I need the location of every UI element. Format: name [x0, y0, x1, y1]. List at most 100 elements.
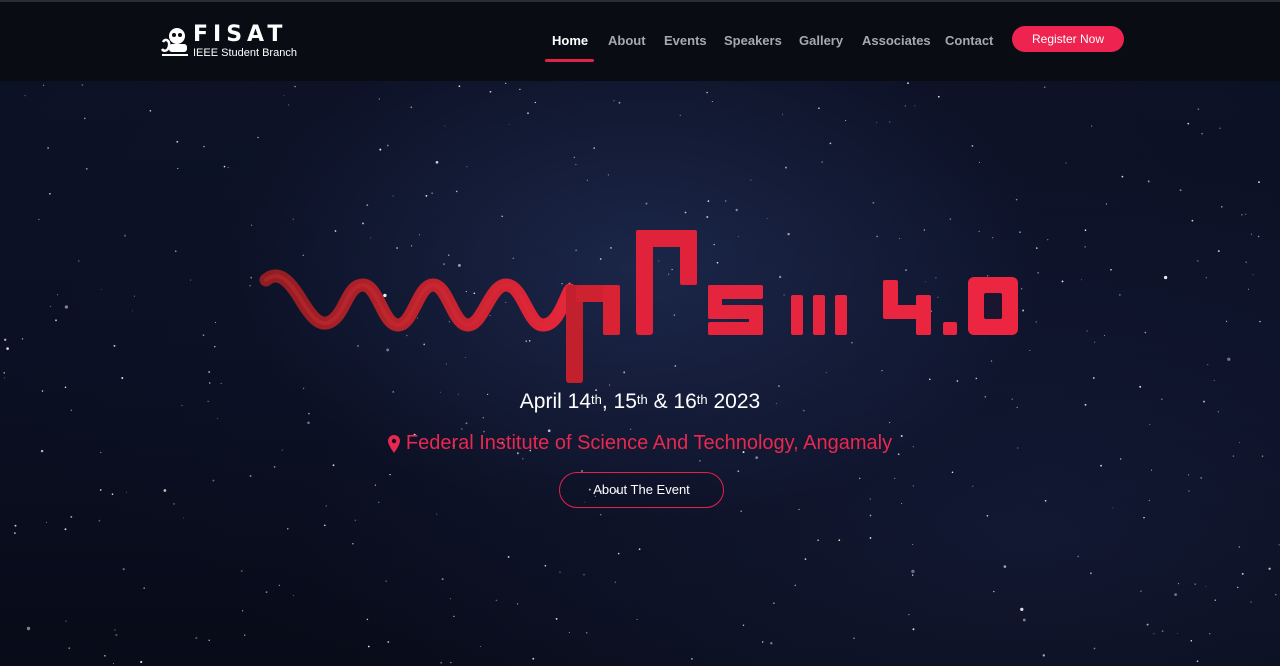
date-year: 2023 [713, 390, 761, 413]
nav-contact[interactable]: Contact [945, 33, 993, 48]
star [26, 626, 31, 631]
star [352, 543, 354, 545]
nav-about[interactable]: About [608, 33, 646, 48]
star [829, 142, 832, 145]
star [1179, 189, 1182, 192]
ieee-robot-logo-icon [160, 28, 188, 56]
star [265, 591, 268, 593]
star [113, 344, 116, 347]
star [1191, 219, 1194, 222]
date-day-3: 16 [673, 390, 697, 413]
star [176, 140, 179, 143]
nav-associates[interactable]: Associates [862, 33, 931, 48]
star [755, 456, 759, 460]
star [544, 564, 547, 567]
star [1044, 499, 1047, 502]
star [1042, 654, 1046, 657]
about-event-button[interactable]: About The Event [559, 472, 724, 508]
star [440, 661, 443, 664]
star [84, 117, 86, 120]
star [68, 647, 71, 650]
star [706, 216, 709, 218]
star [183, 517, 185, 519]
star [3, 338, 7, 342]
star [111, 493, 114, 496]
star [208, 371, 211, 373]
star [149, 109, 152, 112]
star [617, 552, 620, 555]
nav-home[interactable]: Home [552, 33, 588, 48]
star [559, 571, 561, 573]
star [912, 485, 914, 487]
star [894, 477, 896, 479]
star [1250, 601, 1252, 603]
date-day-2: 15 [613, 390, 637, 413]
star [593, 147, 595, 149]
star [761, 641, 764, 643]
star [971, 144, 974, 147]
star [986, 515, 989, 517]
star [202, 334, 205, 336]
star [1257, 235, 1260, 238]
star [366, 618, 369, 621]
star [794, 584, 797, 587]
nav-events[interactable]: Events [664, 33, 707, 48]
star [817, 539, 819, 542]
star [227, 166, 229, 169]
star [1190, 639, 1193, 642]
star [573, 156, 575, 159]
star [613, 100, 615, 102]
register-now-button[interactable]: Register Now [1012, 26, 1124, 52]
hero-section: April 14th, 15th & 16th 2023 Federal Ins… [0, 0, 1280, 666]
star [1205, 277, 1207, 279]
brand-logo-link[interactable]: FISAT IEEE Student Branch [160, 22, 297, 62]
star [1094, 341, 1096, 343]
star [1037, 272, 1039, 274]
star [1236, 586, 1239, 589]
star [410, 106, 413, 109]
star [1238, 546, 1241, 548]
star [1147, 180, 1150, 183]
star [163, 489, 167, 492]
nav-gallery[interactable]: Gallery [799, 33, 843, 48]
star [1205, 585, 1207, 587]
star [249, 475, 252, 477]
star [907, 82, 909, 84]
star [1121, 175, 1124, 178]
star [450, 662, 452, 664]
star [821, 161, 824, 163]
star [951, 471, 954, 474]
star [114, 629, 116, 631]
star [495, 599, 498, 602]
star [1146, 623, 1149, 626]
star [124, 234, 126, 237]
star [1214, 599, 1216, 601]
star [1258, 181, 1260, 184]
star [782, 113, 783, 115]
star [912, 628, 915, 631]
star [889, 422, 891, 424]
star [618, 101, 621, 104]
star [516, 603, 519, 605]
star [1086, 330, 1088, 332]
star [1151, 469, 1153, 471]
star [1208, 632, 1211, 635]
star [1003, 565, 1007, 568]
star [212, 479, 215, 482]
pulse-title-logo [259, 230, 1018, 383]
star [600, 514, 602, 516]
star [914, 105, 916, 107]
star [4, 377, 6, 379]
star [278, 584, 280, 586]
star [455, 190, 458, 193]
star [711, 100, 713, 103]
star [1061, 280, 1064, 283]
nav-speakers[interactable]: Speakers [724, 33, 782, 48]
star [241, 610, 244, 612]
star [64, 528, 67, 531]
star [706, 91, 708, 94]
star [1176, 633, 1178, 634]
star [367, 645, 370, 648]
star [38, 218, 40, 220]
star [1187, 122, 1190, 125]
